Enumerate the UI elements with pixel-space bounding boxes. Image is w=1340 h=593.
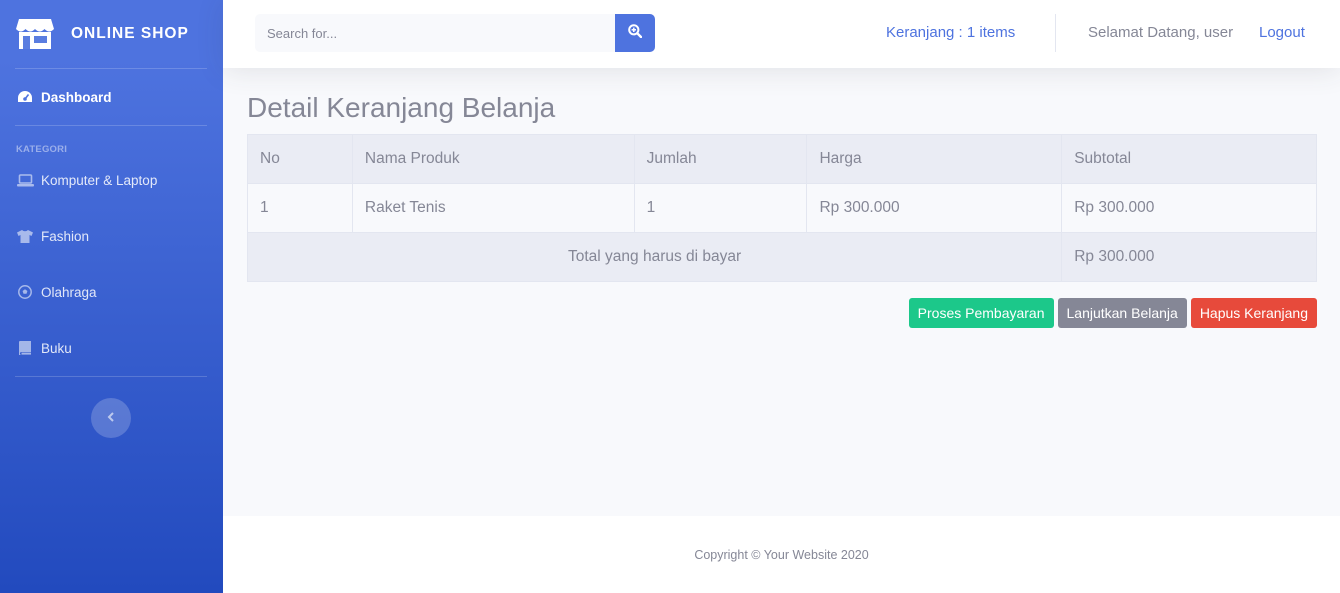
sidebar-item-buku[interactable]: Buku (0, 320, 223, 376)
cell-jumlah: 1 (633, 183, 808, 233)
search-button[interactable] (615, 14, 655, 52)
hapus-keranjang-button[interactable]: Hapus Keranjang (1190, 298, 1317, 328)
lanjutkan-belanja-button[interactable]: Lanjutkan Belanja (1057, 298, 1187, 328)
tshirt-icon (16, 228, 34, 244)
sidebar-toggle-button[interactable] (91, 398, 131, 438)
sidebar-item-label: Olahraga (41, 284, 97, 300)
column-header-nama-produk: Nama Produk (351, 134, 635, 184)
sidebar-item-label: Fashion (41, 228, 90, 244)
sidebar-divider (15, 125, 207, 126)
proses-pembayaran-button[interactable]: Proses Pembayaran (908, 298, 1054, 328)
cell-subtotal: Rp 300.000 (1061, 183, 1317, 233)
sidebar-divider (15, 376, 207, 377)
chevron-left-icon (107, 409, 115, 427)
column-header-harga: Harga (806, 134, 1063, 184)
cell-nama-produk: Raket Tenis (351, 183, 635, 233)
cell-harga: Rp 300.000 (806, 183, 1063, 233)
action-buttons: Proses Pembayaran Lanjutkan Belanja Hapu… (908, 298, 1317, 328)
store-icon (15, 16, 55, 52)
table-header-row: No Nama Produk Jumlah Harga Subtotal (247, 134, 1317, 184)
sidebar-item-fashion[interactable]: Fashion (0, 208, 223, 264)
futbol-icon (16, 284, 34, 300)
sidebar-item-label: Komputer & Laptop (41, 172, 158, 188)
column-header-jumlah: Jumlah (633, 134, 808, 184)
topbar: Keranjang : 1 items Selamat Datang, user… (223, 0, 1340, 68)
welcome-text: Selamat Datang, user (1088, 24, 1234, 41)
logout-link[interactable]: Logout (1259, 24, 1305, 41)
search-form (255, 14, 655, 52)
sidebar-item-label: Dashboard (41, 89, 112, 105)
brand-name: ONLINE SHOP (71, 25, 189, 42)
sidebar-item-label: Buku (41, 340, 72, 356)
tachometer-icon (16, 89, 34, 105)
column-header-subtotal: Subtotal (1061, 134, 1317, 184)
laptop-icon (16, 172, 34, 188)
search-input[interactable] (255, 14, 615, 52)
sidebar-item-dashboard[interactable]: Dashboard (0, 69, 223, 125)
search-plus-icon (628, 23, 643, 43)
book-icon (16, 340, 34, 356)
footer: Copyright © Your Website 2020 (223, 516, 1340, 593)
sidebar-item-komputer-laptop[interactable]: Komputer & Laptop (0, 152, 223, 208)
cell-no: 1 (247, 183, 353, 233)
topbar-divider (1055, 14, 1056, 52)
total-value: Rp 300.000 (1061, 232, 1317, 282)
total-label: Total yang harus di bayar (246, 232, 1063, 282)
cart-link[interactable]: Keranjang : 1 items (886, 24, 1015, 41)
cart-table: No Nama Produk Jumlah Harga Subtotal 1 R… (246, 134, 1317, 282)
sidebar: ONLINE SHOP Dashboard KATEGORI Komputer … (0, 0, 223, 593)
brand-link[interactable]: ONLINE SHOP (0, 0, 223, 68)
page-title: Detail Keranjang Belanja (247, 92, 556, 123)
table-row: 1 Raket Tenis 1 Rp 300.000 Rp 300.000 (247, 183, 1317, 233)
total-row: Total yang harus di bayar Rp 300.000 (246, 232, 1317, 282)
column-header-no: No (247, 134, 353, 184)
sidebar-item-olahraga[interactable]: Olahraga (0, 264, 223, 320)
copyright-text: Copyright © Your Website 2020 (694, 547, 869, 562)
